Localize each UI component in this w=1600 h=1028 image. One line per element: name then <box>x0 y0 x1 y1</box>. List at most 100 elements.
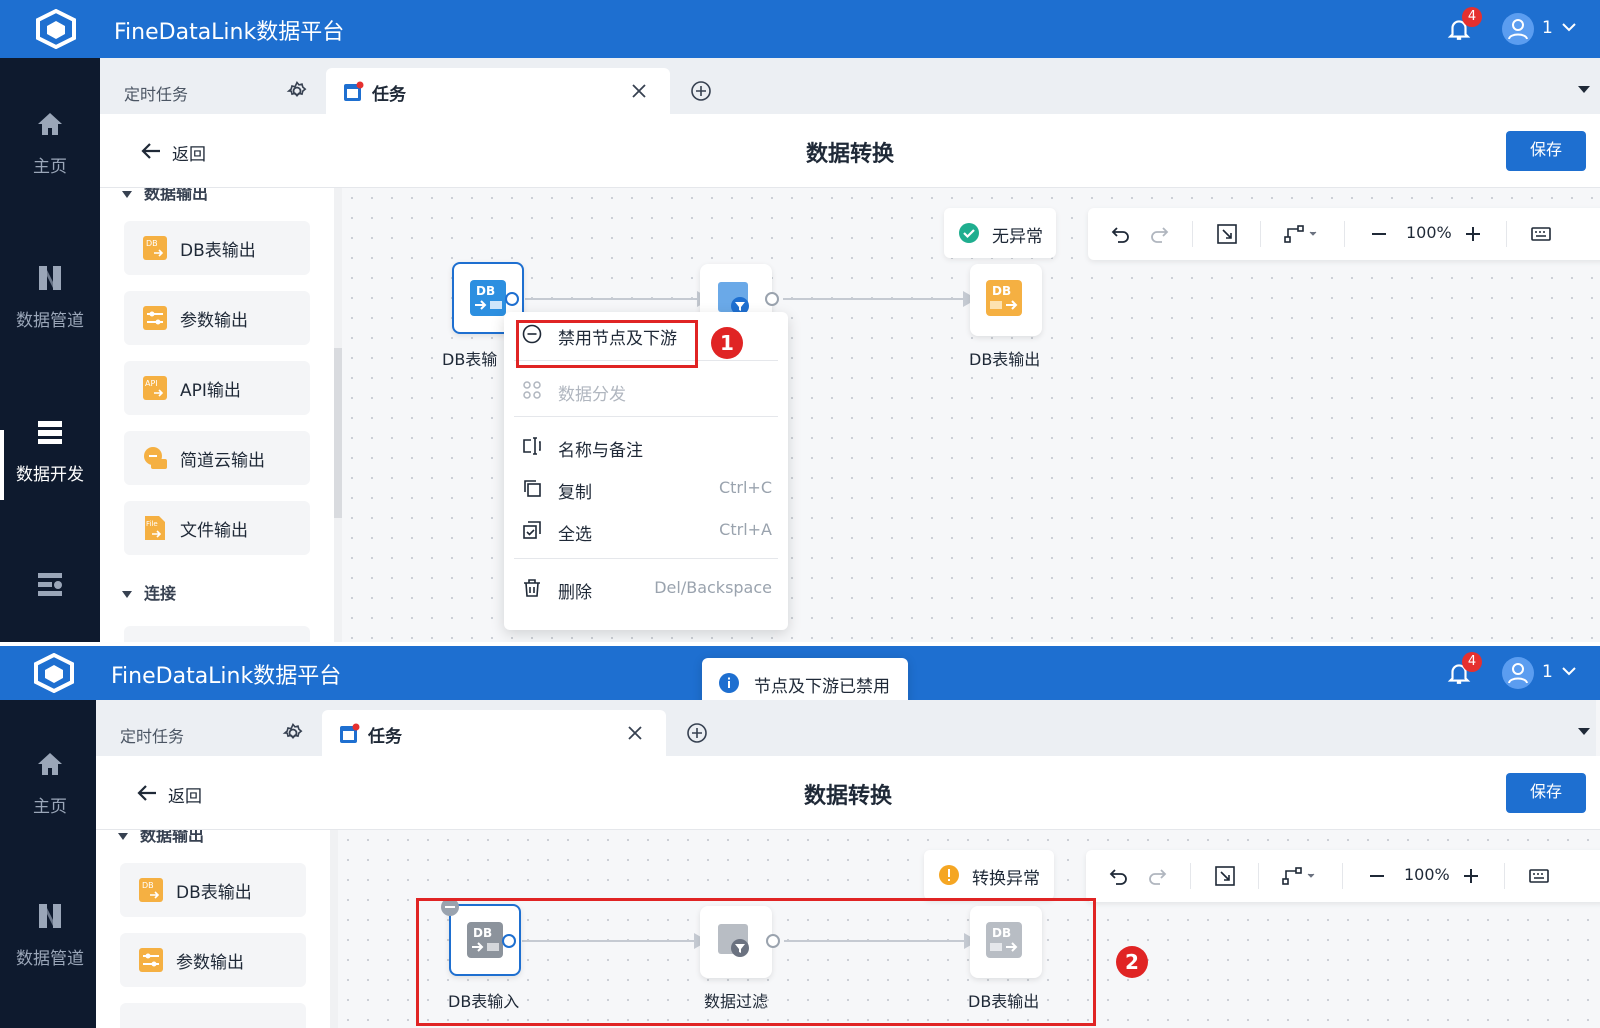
component-param-output[interactable]: 参数输出 <box>120 933 306 987</box>
edge-filter-output[interactable] <box>783 298 971 300</box>
trash-icon <box>524 579 540 597</box>
toolbar-divider <box>1192 221 1193 247</box>
sidebar-item-home[interactable]: 主页 <box>0 108 100 177</box>
menu-item-name-note[interactable]: 名称与备注 <box>522 426 772 466</box>
panel-scrollbar[interactable] <box>330 830 338 1028</box>
component-api-output[interactable] <box>120 1003 306 1028</box>
tab-dropdown-icon[interactable] <box>1578 86 1590 93</box>
step-badge-1: 1 <box>711 327 743 359</box>
tab-bar: 定时任务 任务 <box>100 58 1600 114</box>
scrollbar-thumb[interactable] <box>334 348 342 518</box>
section-label: 数据输出 <box>140 830 205 845</box>
undo-icon[interactable] <box>1108 865 1130 887</box>
select-all-icon <box>523 521 541 539</box>
avatar[interactable] <box>1502 657 1534 689</box>
tab-scheduled[interactable]: 定时任务 <box>98 710 310 756</box>
chevron-down-icon[interactable] <box>1560 18 1578 36</box>
menu-item-select-all[interactable]: 全选 Ctrl+A <box>522 510 772 550</box>
user-name[interactable]: 1 <box>1542 18 1553 38</box>
fit-view-icon[interactable] <box>1214 865 1236 887</box>
add-tab-icon[interactable] <box>686 722 708 744</box>
gear-icon[interactable] <box>286 80 308 102</box>
component-label: 参数输出 <box>176 953 244 973</box>
redo-icon[interactable] <box>1148 223 1170 245</box>
sidebar-label: 数据开发 <box>16 465 84 485</box>
service-icon <box>38 573 62 596</box>
check-circle-icon <box>959 223 979 243</box>
menu-divider <box>514 558 778 559</box>
section-output[interactable]: 数据输出 <box>122 188 208 204</box>
status-pill: 转换异常 <box>924 850 1054 900</box>
zoom-in-icon[interactable] <box>1462 223 1484 245</box>
keyboard-icon[interactable] <box>1530 223 1552 245</box>
avatar[interactable] <box>1502 13 1534 45</box>
tab-task[interactable]: 任务 <box>326 68 670 114</box>
menu-item-copy[interactable]: 复制 Ctrl+C <box>522 468 772 508</box>
gear-icon[interactable] <box>282 722 304 744</box>
sidebar-item-service[interactable] <box>0 568 100 612</box>
sidebar-item-dev[interactable]: 数据开发 <box>0 416 100 485</box>
menu-label: 名称与备注 <box>558 441 643 461</box>
menu-item-distribute: 数据分发 <box>522 370 772 410</box>
tab-label: 定时任务 <box>124 85 189 104</box>
component-db-output[interactable]: DB DB表输出 <box>124 221 310 275</box>
output-port[interactable] <box>765 292 779 306</box>
sidebar-label: 主页 <box>33 797 67 817</box>
redo-icon[interactable] <box>1146 865 1168 887</box>
zoom-out-icon[interactable] <box>1368 223 1390 245</box>
step-badge-2: 2 <box>1116 946 1148 978</box>
rename-icon <box>523 437 541 455</box>
tab-dropdown-icon[interactable] <box>1578 728 1590 735</box>
close-icon[interactable] <box>630 82 648 100</box>
copy-icon <box>524 480 541 497</box>
menu-item-delete[interactable]: 删除 Del/Backspace <box>522 568 772 608</box>
component-api-output[interactable]: API API输出 <box>124 361 310 415</box>
component-file-output[interactable]: File 文件输出 <box>124 501 310 555</box>
keyboard-icon[interactable] <box>1528 865 1550 887</box>
node-db-output[interactable]: DB <box>970 264 1042 336</box>
tab-task[interactable]: 任务 <box>322 710 666 756</box>
status-text: 无异常 <box>992 227 1043 247</box>
zoom-out-icon[interactable] <box>1366 865 1388 887</box>
undo-icon[interactable] <box>1110 223 1132 245</box>
db-output-icon: DB <box>139 878 163 902</box>
panel-scrollbar[interactable] <box>334 188 342 642</box>
menu-divider <box>514 416 778 417</box>
save-button[interactable]: 保存 <box>1506 131 1586 171</box>
tab-scheduled[interactable]: 定时任务 <box>102 68 314 114</box>
sidebar-item-pipeline[interactable]: 数据管道 <box>0 262 100 331</box>
add-tab-icon[interactable] <box>690 80 712 102</box>
layout-icon[interactable] <box>1282 865 1318 887</box>
component-param-output[interactable]: 参数输出 <box>124 291 310 345</box>
zoom-in-icon[interactable] <box>1460 865 1482 887</box>
component-panel: 数据输出 DB DB表输出 参数输出 API API输出 简道云输出 File … <box>100 188 336 642</box>
highlight-box-2 <box>416 898 1096 1026</box>
dev-icon <box>38 421 62 444</box>
section-connect[interactable]: 连接 <box>122 580 176 604</box>
close-icon[interactable] <box>626 724 644 742</box>
svg-text:DB: DB <box>992 284 1011 298</box>
canvas-toolbar: 100% <box>1088 208 1600 260</box>
component-partial[interactable] <box>124 626 310 642</box>
user-name[interactable]: 1 <box>1542 662 1553 682</box>
component-db-output[interactable]: DB DB表输出 <box>120 863 306 917</box>
sidebar-item-home[interactable]: 主页 <box>0 748 100 817</box>
menu-label: 数据分发 <box>558 385 626 405</box>
save-button[interactable]: 保存 <box>1506 773 1586 813</box>
pipeline-icon <box>39 266 61 290</box>
sidebar-item-pipeline[interactable]: 数据管道 <box>0 900 100 969</box>
status-pill: 无异常 <box>944 208 1056 258</box>
section-output[interactable]: 数据输出 <box>118 830 204 846</box>
chevron-down-icon[interactable] <box>1560 662 1578 680</box>
db-output-icon: DB <box>986 280 1022 316</box>
layout-icon[interactable] <box>1284 223 1320 245</box>
toolbar-divider <box>1260 221 1261 247</box>
section-label: 连接 <box>144 584 177 603</box>
output-port[interactable] <box>505 292 519 306</box>
tab-label: 任务 <box>368 727 402 747</box>
fit-view-icon[interactable] <box>1216 223 1238 245</box>
edge-input-filter[interactable] <box>525 298 705 300</box>
distribute-icon <box>523 381 541 399</box>
component-jdy-output[interactable]: 简道云输出 <box>124 431 310 485</box>
file-output-icon: File <box>145 516 165 540</box>
